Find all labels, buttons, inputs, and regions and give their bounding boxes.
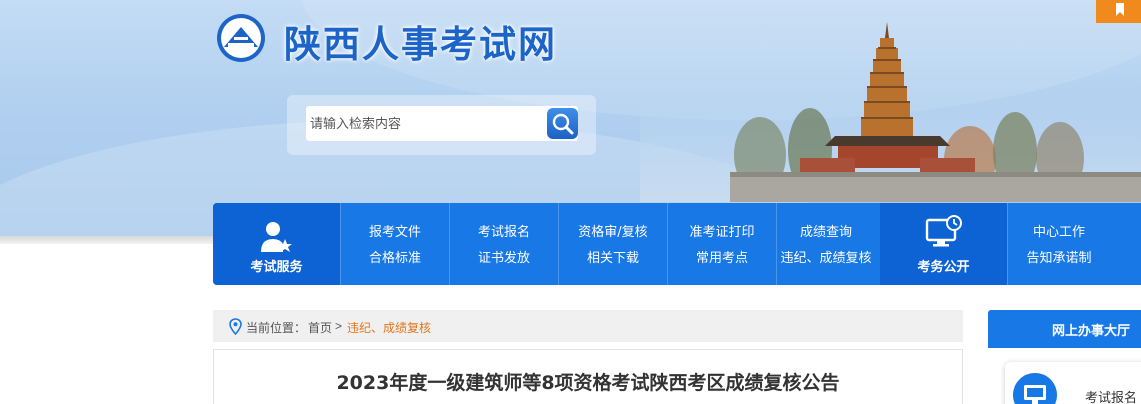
- breadcrumb-home-link[interactable]: 首页: [308, 319, 332, 336]
- bookmark-tab[interactable]: [1096, 0, 1141, 23]
- nav-exam-service-label: 考试服务: [250, 260, 303, 275]
- nav-exam-affairs-label: 考务公开: [917, 260, 970, 275]
- nav-link-certificate-issue[interactable]: 证书发放: [449, 247, 559, 266]
- nav-link-downloads[interactable]: 相关下载: [558, 247, 668, 266]
- search-button[interactable]: [547, 108, 578, 139]
- nav-divider: [1007, 203, 1008, 285]
- nav-divider: [776, 203, 777, 285]
- search-input[interactable]: [306, 106, 578, 141]
- breadcrumb-separator: >: [335, 319, 343, 333]
- nav-link-center-work[interactable]: 中心工作: [1004, 221, 1114, 240]
- nav-link-pass-standard[interactable]: 合格标准: [340, 247, 450, 266]
- site-logo-icon[interactable]: [214, 13, 268, 63]
- nav-link-exam-registration[interactable]: 考试报名: [449, 221, 559, 240]
- monitor-clock-icon: [925, 215, 962, 247]
- site-title[interactable]: 陕西人事考试网: [284, 14, 557, 68]
- nav-link-exam-sites[interactable]: 常用考点: [667, 247, 777, 266]
- sidebar-heading: 网上办事大厅: [1052, 324, 1131, 339]
- search-icon: [552, 113, 574, 135]
- nav-link-registration-files[interactable]: 报考文件: [340, 221, 450, 240]
- nav-divider: [667, 203, 668, 285]
- breadcrumb-prefix: 当前位置：: [246, 321, 307, 335]
- bookmark-icon: [1116, 3, 1124, 16]
- article-title: 2023年度一级建筑师等8项资格考试陕西考区成绩复核公告: [336, 372, 840, 394]
- pagoda-landmark-image: [640, 22, 1141, 202]
- nav-link-score-review[interactable]: 违纪、成绩复核: [771, 247, 881, 266]
- nav-link-admission-print[interactable]: 准考证打印: [667, 221, 777, 240]
- nav-divider: [558, 203, 559, 285]
- nav-link-qualification-review[interactable]: 资格审/复核: [558, 221, 668, 240]
- sidebar-card-label: 考试报名: [1085, 391, 1138, 404]
- nav-link-commitment[interactable]: 告知承诺制: [1004, 247, 1114, 266]
- breadcrumb-current-link[interactable]: 违纪、成绩复核: [347, 319, 431, 336]
- person-star-icon: [261, 222, 292, 252]
- nav-link-score-query[interactable]: 成绩查询: [771, 221, 881, 240]
- nav-divider: [449, 203, 450, 285]
- nav-divider: [340, 203, 341, 285]
- location-pin-icon: [229, 318, 242, 335]
